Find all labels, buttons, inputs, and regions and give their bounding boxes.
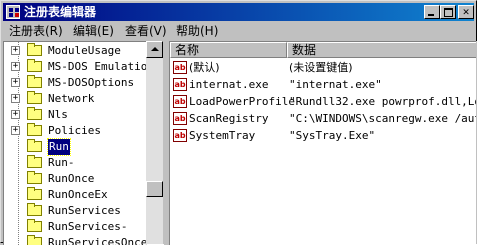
column-header-name[interactable]: 名称 [170, 42, 287, 58]
tree-item[interactable]: + ModuleUsage [4, 43, 149, 59]
maximize-button[interactable] [440, 5, 456, 19]
list-item[interactable]: ab SystemTray "SysTray.Exe" [170, 128, 477, 144]
folder-icon [27, 123, 42, 136]
key-tree-pane[interactable]: + ModuleUsage + MS-DOS Emulation + MS-DOSOpti… [3, 41, 164, 245]
value-data: "SysTray.Exe" [289, 129, 376, 142]
value-name: internat.exe [189, 78, 269, 91]
tree-item-label[interactable]: Run- [48, 155, 75, 171]
expand-plus-icon[interactable]: + [11, 46, 20, 55]
tree-item[interactable]: + MS-DOS Emulation [4, 59, 154, 75]
folder-icon [27, 235, 42, 245]
expand-plus-icon[interactable]: + [11, 110, 20, 119]
folder-icon [27, 139, 42, 152]
tree-item[interactable]: Run [4, 138, 149, 156]
tree-item[interactable]: + Network [4, 91, 149, 107]
column-header-data[interactable]: 数据 [287, 42, 477, 58]
menu-bar: 注册表(R) 编辑(E) 查看(V) 帮助(H) [3, 22, 474, 40]
string-value-icon: ab [173, 78, 187, 91]
scroll-thumb[interactable] [146, 181, 163, 197]
folder-icon [27, 43, 42, 56]
list-item[interactable]: ab ScanRegistry "C:\WINDOWS\scanregw.exe /… [170, 111, 477, 127]
tree-item[interactable]: RunOnceEx [4, 187, 149, 203]
tree-item[interactable]: RunOnce [4, 171, 149, 187]
close-icon: ✕ [462, 5, 470, 18]
tree-item[interactable]: + Nls [4, 107, 149, 123]
menu-help[interactable]: 帮助(H) [174, 22, 220, 40]
menu-edit[interactable]: 编辑(E) [71, 22, 116, 40]
tree-item-label[interactable]: Run [47, 138, 71, 156]
string-value-icon: ab [173, 95, 187, 108]
expand-plus-icon[interactable]: + [11, 94, 20, 103]
folder-icon [27, 187, 42, 200]
tree-item[interactable]: RunServicesOnce [4, 235, 149, 245]
tree-item-label[interactable]: Policies [48, 123, 101, 139]
value-name: ScanRegistry [189, 112, 269, 125]
menu-registry[interactable]: 注册表(R) [7, 22, 65, 40]
tree-item-label[interactable]: Nls [48, 107, 68, 123]
tree-item[interactable]: Run- [4, 155, 149, 171]
string-value-icon: ab [173, 61, 187, 74]
value-name: LoadPowerProfile [189, 95, 295, 108]
expand-plus-icon[interactable]: + [11, 62, 20, 71]
tree-item-label[interactable]: RunServices [48, 203, 121, 219]
tree-item-label[interactable]: ModuleUsage [48, 43, 121, 59]
menu-view[interactable]: 查看(V) [123, 22, 169, 40]
folder-icon [27, 107, 42, 120]
window-title: 注册表编辑器 [24, 5, 97, 19]
value-data: "internat.exe" [289, 78, 382, 91]
tree-item-label[interactable]: MS-DOSOptions [48, 75, 134, 91]
tree-vertical-scrollbar[interactable] [146, 41, 163, 244]
tree-item-label[interactable]: MS-DOS Emulation [48, 59, 154, 75]
expand-plus-icon[interactable]: + [11, 126, 20, 135]
minimize-button[interactable] [424, 5, 440, 19]
value-name: (默认) [189, 61, 220, 74]
folder-icon [27, 59, 42, 72]
values-list-pane[interactable]: 名称 数据 ab (默认) (未设置键值) ab internat.exe "intern… [169, 41, 477, 245]
scroll-up-button[interactable] [146, 41, 163, 58]
close-button[interactable]: ✕ [458, 5, 474, 19]
tree-item[interactable]: + MS-DOSOptions [4, 75, 149, 91]
string-value-icon: ab [173, 112, 187, 125]
tree-item-label[interactable]: Network [48, 91, 94, 107]
folder-icon [27, 203, 42, 216]
regedit-app-icon [6, 5, 20, 19]
registry-editor-window: 注册表编辑器 ✕ 注册表(R) 编辑(E) 查看(V) 帮助(H) + Modul… [0, 0, 477, 245]
string-value-icon: ab [173, 129, 187, 142]
tree-item-label[interactable]: RunOnceEx [48, 187, 108, 203]
tree-item-label[interactable]: RunOnce [48, 171, 94, 187]
value-data: "Rundll32.exe powrprof.dll,LoadCu [289, 95, 477, 108]
folder-icon [27, 171, 42, 184]
list-item[interactable]: ab internat.exe "internat.exe" [170, 77, 477, 93]
list-item[interactable]: ab (默认) (未设置键值) [170, 60, 477, 76]
value-name: SystemTray [189, 129, 256, 142]
value-data: (未设置键值) [289, 61, 353, 74]
value-data: "C:\WINDOWS\scanregw.exe /autorun [289, 112, 477, 125]
folder-icon [27, 219, 42, 232]
folder-icon [27, 75, 42, 88]
title-bar[interactable]: 注册表编辑器 ✕ [3, 3, 474, 21]
tree-item-label[interactable]: RunServices- [48, 219, 127, 235]
expand-plus-icon[interactable]: + [11, 78, 20, 87]
list-item[interactable]: ab LoadPowerProfile "Rundll32.exe powrprof… [170, 94, 477, 110]
tree-item[interactable]: + Policies [4, 123, 149, 139]
folder-icon [27, 155, 42, 168]
tree-item-label[interactable]: RunServicesOnce [48, 235, 147, 245]
tree-item[interactable]: RunServices [4, 203, 149, 219]
folder-icon [27, 91, 42, 104]
tree-item[interactable]: RunServices- [4, 219, 149, 235]
